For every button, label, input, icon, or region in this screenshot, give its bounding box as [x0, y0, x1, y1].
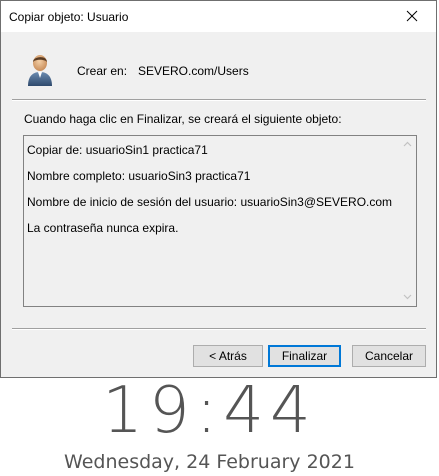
summary-textbox[interactable]: Copiar de: usuarioSin1 practica71 Nombre…	[23, 135, 417, 307]
close-button[interactable]	[390, 1, 436, 32]
finish-button[interactable]: Finalizar	[268, 345, 341, 367]
bottom-separator	[12, 328, 426, 330]
create-in-path: SEVERO.com/Users	[138, 64, 249, 78]
clock-date: Wednesday, 24 February 2021	[64, 451, 355, 473]
window-title: Copiar objeto: Usuario	[9, 10, 129, 24]
title-bar: Copiar objeto: Usuario	[1, 1, 436, 32]
create-in-label: Crear en:	[77, 64, 128, 78]
summary-line-full-name: Nombre completo: usuarioSin3 practica71	[27, 169, 251, 183]
summary-line-logon-name: Nombre de inicio de sesión del usuario: …	[27, 195, 393, 209]
chevron-up-icon	[403, 141, 412, 147]
summary-line-copy-from: Copiar de: usuarioSin1 practica71	[27, 143, 208, 157]
back-button[interactable]: < Atrás	[193, 345, 263, 367]
chevron-down-icon	[403, 294, 412, 300]
dialog-body: Crear en: SEVERO.com/Users Cuando haga c…	[1, 32, 436, 377]
clock-time: 19:44	[102, 374, 317, 448]
vertical-scrollbar[interactable]	[399, 136, 416, 306]
scroll-up-button[interactable]	[399, 136, 416, 153]
user-icon	[25, 53, 55, 87]
top-separator	[12, 99, 426, 101]
intro-text: Cuando haga clic en Finalizar, se creará…	[24, 112, 342, 126]
close-icon	[406, 10, 418, 22]
copy-object-dialog: Copiar objeto: Usuario Crear en: SEVERO.…	[0, 0, 437, 378]
cancel-button[interactable]: Cancelar	[352, 345, 426, 367]
scroll-down-button[interactable]	[399, 289, 416, 306]
summary-line-password: La contraseña nunca expira.	[27, 221, 179, 235]
